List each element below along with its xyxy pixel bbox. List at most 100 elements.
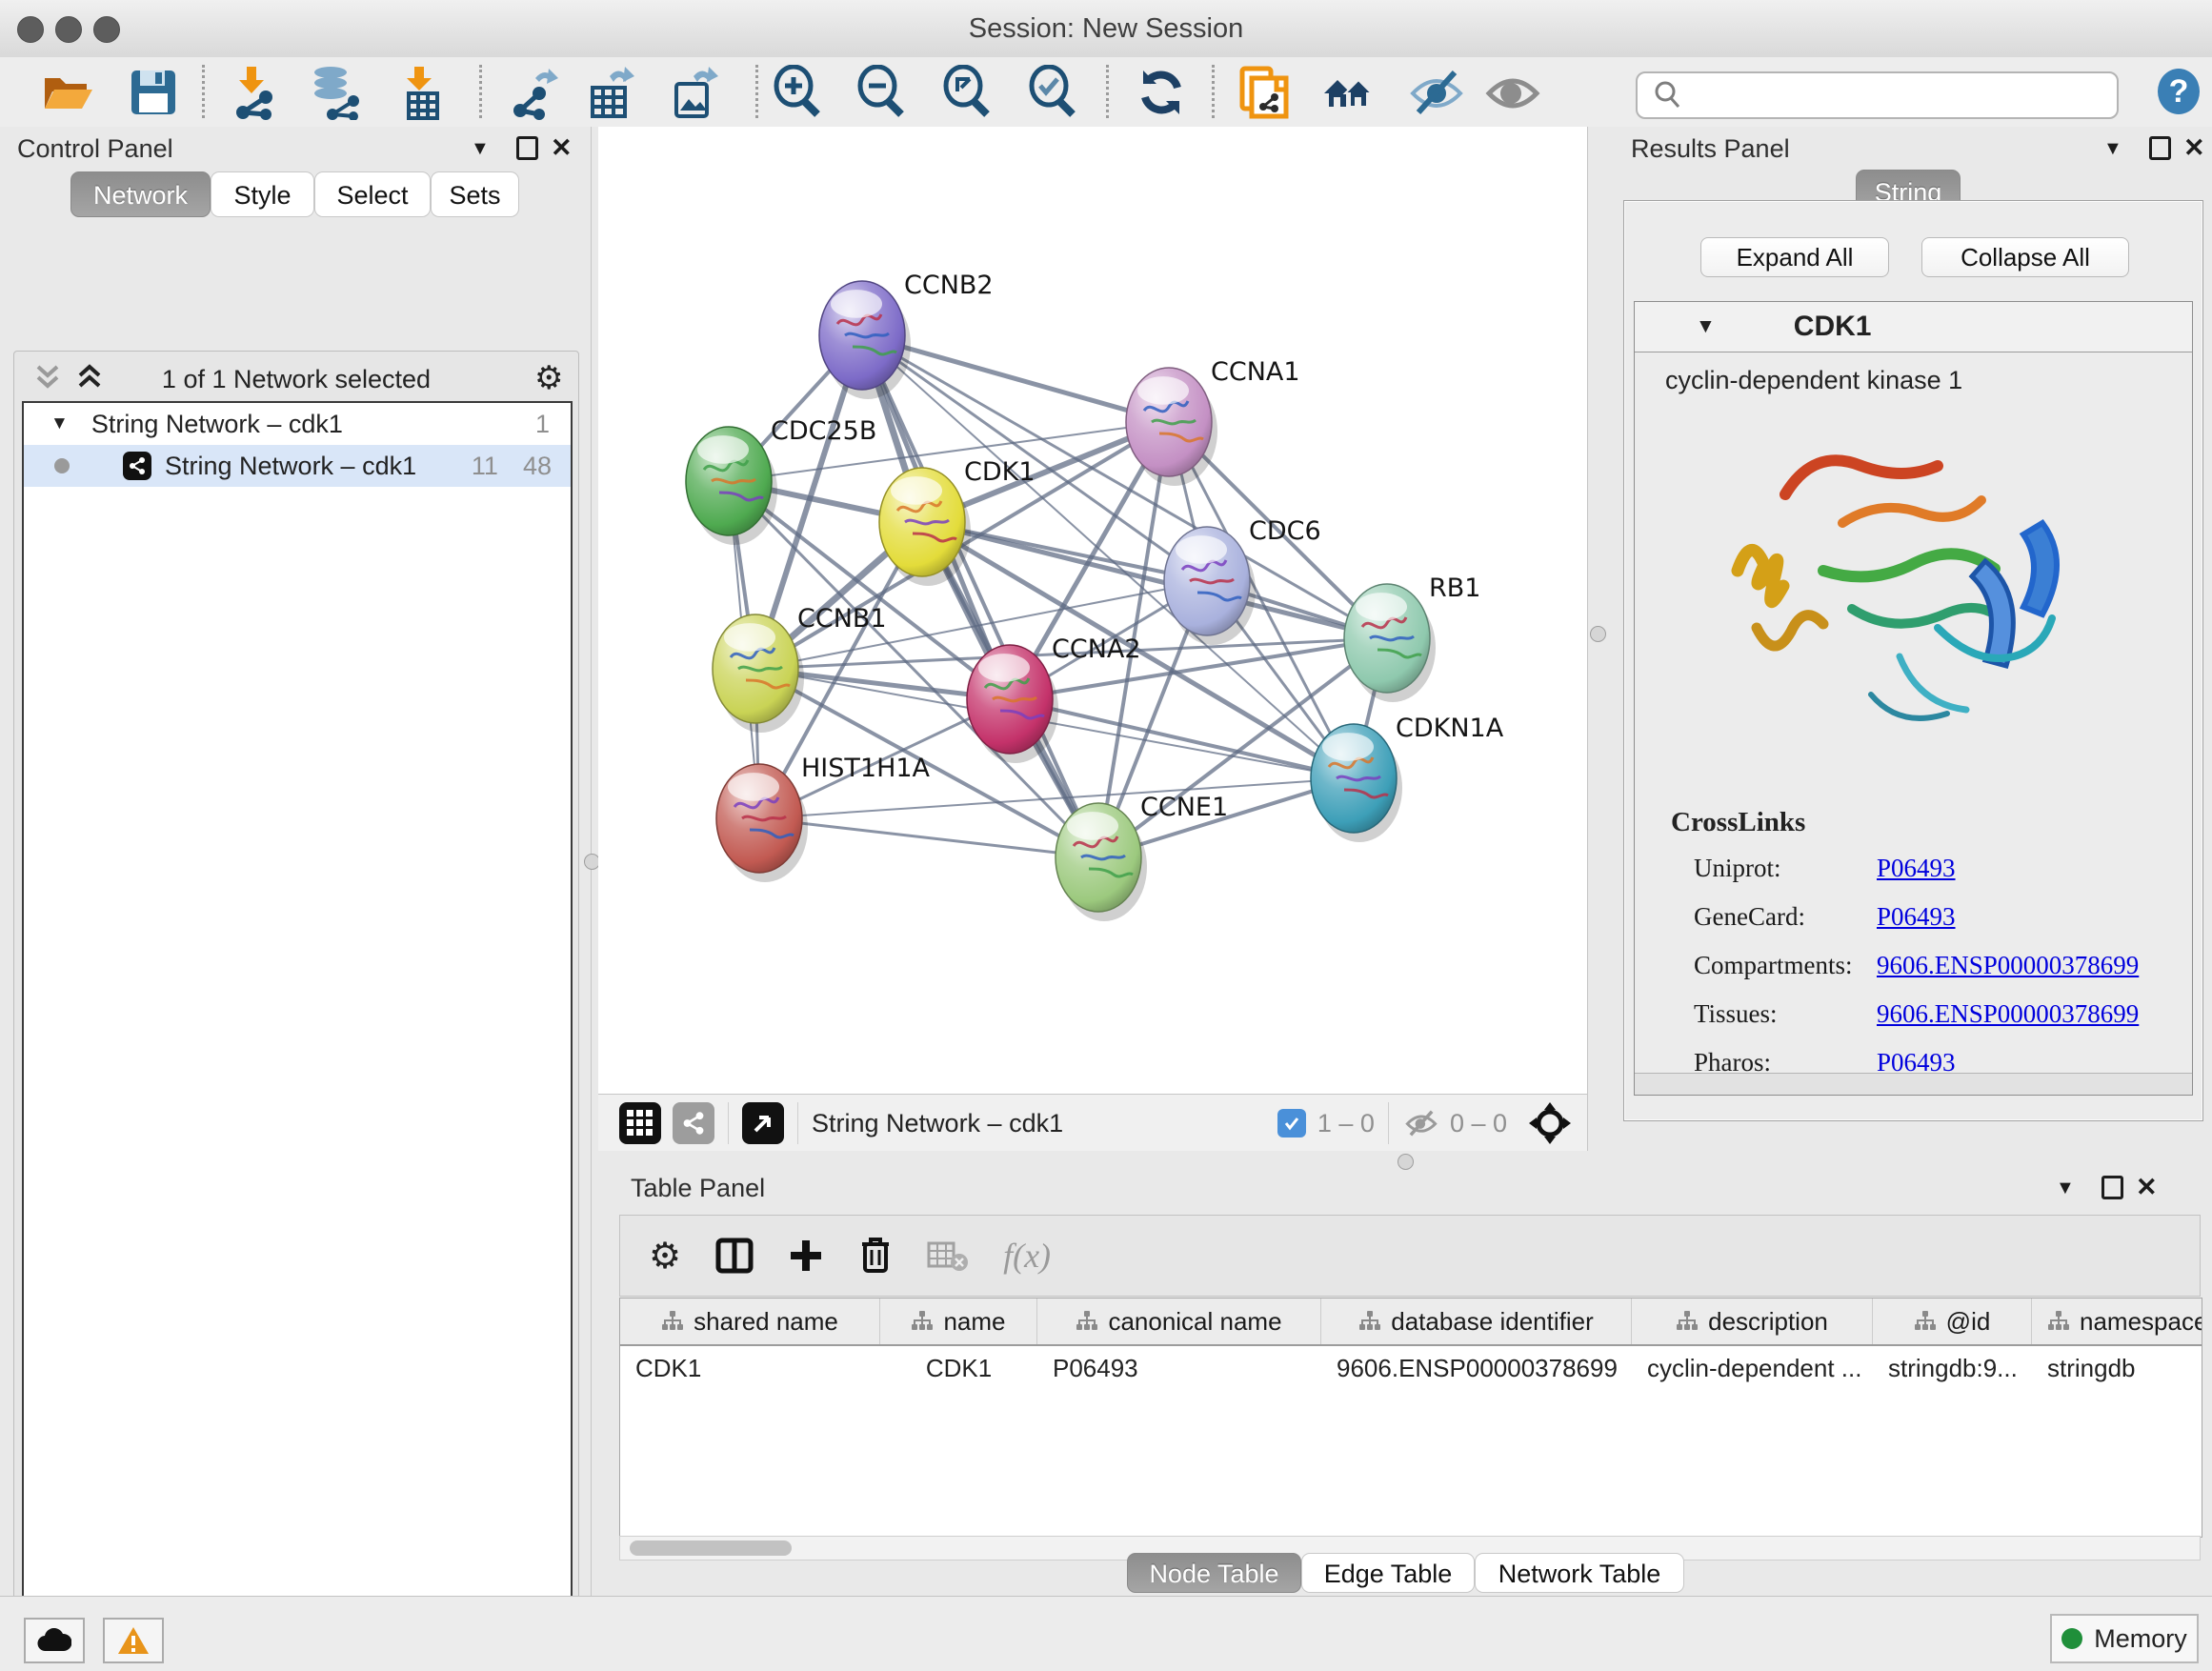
export-image-icon[interactable] bbox=[669, 65, 724, 120]
network-canvas[interactable]: CCNB2CCNA1CDC25BCDK1CDC6RB1CCNB1CCNA2CDK… bbox=[598, 127, 1587, 1094]
birds-eye-view-icon[interactable] bbox=[742, 1102, 784, 1144]
delete-column-icon[interactable] bbox=[858, 1237, 893, 1275]
memory-button[interactable]: Memory bbox=[2050, 1614, 2199, 1663]
status-bar: Memory bbox=[0, 1596, 2212, 1671]
help-button[interactable]: ? bbox=[2155, 68, 2202, 115]
expand-all-button[interactable]: Expand All bbox=[1700, 237, 1889, 277]
node-label: CDC6 bbox=[1249, 516, 1321, 546]
refresh-icon[interactable] bbox=[1134, 65, 1189, 120]
column-header-shared-name[interactable]: shared name bbox=[620, 1299, 880, 1344]
open-session-icon[interactable] bbox=[40, 65, 95, 120]
tab-style[interactable]: Style bbox=[211, 171, 314, 217]
node-label: CCNB1 bbox=[797, 604, 887, 634]
collapse-all-button[interactable]: Collapse All bbox=[1921, 237, 2129, 277]
network-status-dot bbox=[54, 458, 70, 473]
houses-icon[interactable] bbox=[1320, 65, 1376, 120]
string-view-icon[interactable] bbox=[673, 1102, 714, 1144]
crosslink-link[interactable]: P06493 bbox=[1877, 902, 1956, 932]
table-scrollbar-thumb[interactable] bbox=[630, 1540, 792, 1556]
results-panel-float-icon[interactable] bbox=[2149, 136, 2171, 160]
column-header--id[interactable]: @id bbox=[1873, 1299, 2032, 1344]
table-panel-menu-icon[interactable]: ▼ bbox=[2056, 1178, 2075, 1199]
window-title: Session: New Session bbox=[0, 0, 2212, 57]
warnings-button[interactable] bbox=[103, 1618, 164, 1663]
network-node-ccnb1[interactable]: CCNB1 bbox=[713, 604, 887, 733]
hidden-eye-icon[interactable] bbox=[1402, 1107, 1440, 1139]
zoom-fit-icon[interactable] bbox=[939, 65, 995, 120]
function-builder-icon[interactable]: f(x) bbox=[1003, 1236, 1051, 1276]
collection-count: 1 bbox=[535, 410, 550, 439]
grid-view-icon[interactable] bbox=[619, 1102, 661, 1144]
tree-expander-icon[interactable]: ▼ bbox=[50, 413, 69, 434]
hide-selected-eye-icon[interactable] bbox=[1409, 65, 1464, 120]
cloud-button[interactable] bbox=[24, 1618, 85, 1663]
node-label: CDC25B bbox=[771, 416, 876, 446]
selected-checkbox-icon[interactable] bbox=[1277, 1109, 1306, 1137]
tab-network[interactable]: Network bbox=[70, 171, 211, 217]
tab-select[interactable]: Select bbox=[314, 171, 431, 217]
network-node-cdkn1a[interactable]: CDKN1A bbox=[1311, 714, 1504, 842]
save-session-icon[interactable] bbox=[126, 65, 181, 120]
column-header-name[interactable]: name bbox=[880, 1299, 1037, 1344]
network-options-gear-icon[interactable]: ⚙ bbox=[534, 359, 563, 397]
right-splitter-handle[interactable] bbox=[1590, 626, 1606, 642]
show-all-eye-icon[interactable] bbox=[1485, 65, 1540, 120]
import-network-file-icon[interactable] bbox=[224, 65, 279, 120]
network-node-cdc6[interactable]: CDC6 bbox=[1164, 516, 1321, 645]
network-node-ccne1[interactable]: CCNE1 bbox=[1056, 793, 1228, 921]
export-network-icon[interactable] bbox=[507, 65, 562, 120]
control-panel-float-icon[interactable] bbox=[516, 136, 538, 160]
crosslink-row: Tissues:9606.ENSP00000378699 bbox=[1694, 990, 2192, 1038]
results-horizontal-scrollbar[interactable] bbox=[1635, 1073, 2192, 1095]
zoom-out-icon[interactable] bbox=[854, 65, 909, 120]
export-table-icon[interactable] bbox=[585, 65, 640, 120]
node-table: shared namenamecanonical namedatabase id… bbox=[619, 1298, 2202, 1538]
network-node-cdk1[interactable]: CDK1 bbox=[879, 457, 1036, 586]
table-row[interactable]: CDK1CDK1P064939606.ENSP00000378699cyclin… bbox=[620, 1346, 2202, 1390]
delete-table-icon[interactable] bbox=[927, 1239, 969, 1272]
show-columns-icon[interactable] bbox=[715, 1237, 754, 1275]
results-panel-menu-icon[interactable]: ▼ bbox=[2103, 138, 2122, 160]
network-node-hist1h1a[interactable]: HIST1H1A bbox=[716, 754, 931, 882]
crosslink-link[interactable]: 9606.ENSP00000378699 bbox=[1877, 951, 2139, 980]
tab-node-table[interactable]: Node Table bbox=[1127, 1553, 1301, 1593]
bottom-splitter-handle[interactable] bbox=[1398, 1154, 1414, 1170]
network-collection-row[interactable]: ▼ String Network – cdk1 1 bbox=[24, 403, 571, 445]
table-cell: cyclin-dependent ... bbox=[1632, 1354, 1873, 1383]
entry-expander-icon[interactable]: ▼ bbox=[1696, 315, 1716, 338]
add-column-icon[interactable] bbox=[788, 1238, 824, 1274]
zoom-in-icon[interactable] bbox=[770, 65, 825, 120]
tab-sets[interactable]: Sets bbox=[431, 171, 519, 217]
crosslink-link[interactable]: 9606.ENSP00000378699 bbox=[1877, 999, 2139, 1029]
column-header-database-identifier[interactable]: database identifier bbox=[1321, 1299, 1632, 1344]
network-node-cdc25b[interactable]: CDC25B bbox=[686, 416, 876, 545]
control-panel-close-icon[interactable]: ✕ bbox=[551, 135, 573, 161]
network-tree: ▼ String Network – cdk1 1 String Network… bbox=[22, 401, 573, 1671]
network-node-ccna2[interactable]: CCNA2 bbox=[967, 634, 1141, 763]
control-panel-menu-icon[interactable]: ▼ bbox=[471, 138, 490, 160]
search-input[interactable] bbox=[1687, 81, 2101, 110]
import-network-database-icon[interactable] bbox=[308, 65, 363, 120]
fit-crosshair-icon[interactable] bbox=[1528, 1101, 1572, 1145]
results-panel-close-icon[interactable]: ✕ bbox=[2183, 135, 2205, 161]
tab-network-table[interactable]: Network Table bbox=[1475, 1553, 1684, 1593]
column-header-description[interactable]: description bbox=[1632, 1299, 1873, 1344]
import-table-icon[interactable] bbox=[393, 65, 449, 120]
table-options-gear-icon[interactable]: ⚙ bbox=[649, 1235, 681, 1278]
clone-network-icon[interactable] bbox=[1237, 65, 1292, 120]
zoom-selected-icon[interactable] bbox=[1025, 65, 1080, 120]
table-panel-close-icon[interactable]: ✕ bbox=[2136, 1175, 2158, 1200]
column-header-canonical-name[interactable]: canonical name bbox=[1037, 1299, 1321, 1344]
tab-edge-table[interactable]: Edge Table bbox=[1301, 1553, 1475, 1593]
table-cell: stringdb:9... bbox=[1873, 1354, 2032, 1383]
column-header-namespace[interactable]: namespace bbox=[2032, 1299, 2202, 1344]
network-node-rb1[interactable]: RB1 bbox=[1344, 574, 1480, 702]
crosslink-link[interactable]: P06493 bbox=[1877, 854, 1956, 883]
node-entry-header[interactable]: ▼ CDK1 bbox=[1635, 302, 2192, 352]
table-panel-float-icon[interactable] bbox=[2101, 1176, 2123, 1199]
network-edge[interactable] bbox=[759, 818, 1098, 857]
network-node-ccnb2[interactable]: CCNB2 bbox=[819, 271, 994, 399]
network-row-selected[interactable]: String Network – cdk1 11 48 bbox=[24, 445, 571, 487]
entry-description: cyclin-dependent kinase 1 bbox=[1635, 352, 2192, 395]
table-cell: CDK1 bbox=[620, 1354, 880, 1383]
